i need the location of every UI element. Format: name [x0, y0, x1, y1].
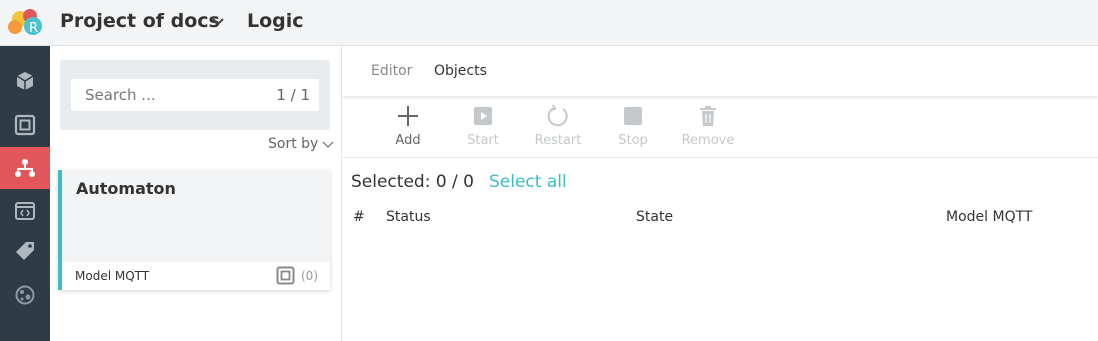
chevron-down-icon[interactable]	[211, 15, 225, 29]
add-label: Add	[395, 133, 421, 148]
automaton-card[interactable]: Automaton Model MQTT (0)	[58, 170, 330, 290]
remove-label: Remove	[681, 133, 735, 148]
start-label: Start	[467, 133, 499, 148]
sort-by-dropdown[interactable]: Sort by	[268, 136, 334, 152]
restart-icon	[547, 104, 568, 127]
card-title: Automaton	[76, 179, 176, 198]
tag-icon	[16, 242, 34, 260]
main-area: Editor Objects Add Start Restart Stop Re…	[342, 46, 1098, 341]
stop-button[interactable]: Stop	[598, 104, 668, 148]
code-window-icon	[15, 202, 35, 220]
sort-by-label: Sort by	[268, 136, 319, 152]
rail-item-network[interactable]	[0, 274, 50, 316]
column-header-state[interactable]: State	[636, 209, 673, 225]
hierarchy-icon	[15, 159, 35, 177]
search-box: 1 / 1	[60, 60, 330, 130]
remove-button[interactable]: Remove	[673, 104, 743, 148]
column-header-index[interactable]: #	[353, 209, 365, 225]
app-logo-icon[interactable]: R	[6, 6, 46, 40]
tab-editor[interactable]: Editor	[371, 63, 412, 79]
trash-icon	[700, 106, 716, 126]
card-object-count: (0)	[301, 269, 318, 283]
rail-item-objects[interactable]	[0, 104, 50, 146]
select-all-link[interactable]: Select all	[489, 172, 567, 192]
cube-icon	[16, 72, 34, 90]
play-icon	[474, 107, 492, 125]
column-header-model[interactable]: Model MQTT	[946, 209, 1032, 225]
search-result-count: 1 / 1	[276, 86, 310, 104]
chevron-down-icon	[322, 141, 334, 148]
restart-label: Restart	[534, 133, 582, 148]
rail-item-code[interactable]	[0, 190, 50, 232]
add-button[interactable]: Add	[373, 104, 443, 148]
object-icon	[276, 266, 295, 285]
left-rail	[0, 46, 50, 341]
object-icon	[14, 114, 36, 136]
automaton-list-panel: 1 / 1 Sort by Automaton Model MQTT (0)	[50, 46, 342, 341]
column-header-status[interactable]: Status	[386, 209, 431, 225]
tab-bar: Editor Objects	[342, 46, 1098, 96]
restart-button[interactable]: Restart	[523, 104, 593, 148]
page-title: Logic	[247, 10, 304, 32]
plus-icon	[398, 106, 418, 126]
start-button[interactable]: Start	[448, 104, 518, 148]
tab-objects[interactable]: Objects	[434, 63, 487, 79]
card-footer: Model MQTT (0)	[62, 262, 330, 290]
selected-count: Selected: 0 / 0	[351, 172, 474, 192]
stop-label: Stop	[618, 133, 648, 148]
rail-item-cube[interactable]	[0, 60, 50, 102]
objects-toolbar: Add Start Restart Stop Remove	[342, 96, 1098, 158]
card-model-type: Model MQTT	[75, 269, 150, 283]
project-title[interactable]: Project of docs	[60, 10, 220, 32]
globe-icon	[15, 285, 35, 305]
svg-text:R: R	[29, 21, 38, 36]
stop-icon	[624, 107, 642, 125]
app-header: R Project of docs Logic	[0, 0, 1098, 46]
rail-item-tags[interactable]	[0, 230, 50, 272]
rail-item-logic[interactable]	[0, 147, 50, 189]
